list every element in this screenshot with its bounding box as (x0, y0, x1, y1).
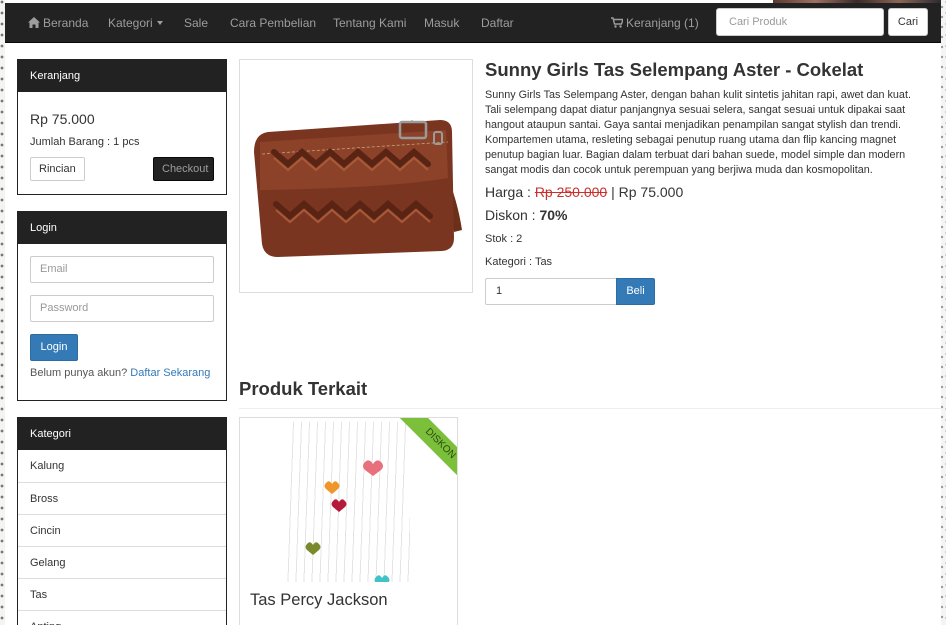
category-panel-title: Kategori (18, 418, 226, 450)
nav-cart-label: Keranjang (1) (626, 16, 699, 30)
shopping-cart-icon (611, 4, 624, 44)
product-discount: Diskon : 70% (485, 207, 568, 223)
nav-home[interactable]: Beranda (28, 3, 88, 43)
nav-sale[interactable]: Sale (184, 3, 208, 43)
chevron-down-icon (156, 21, 163, 25)
product-stock: Stok : 2 (485, 233, 523, 245)
category-item-gelang[interactable]: Gelang (18, 546, 226, 578)
home-icon (28, 4, 40, 44)
nav-kategori-dropdown[interactable]: Kategori (108, 3, 163, 43)
register-prompt-text: Belum punya akun? (30, 367, 128, 379)
product-price: Harga : Rp 250.000 | Rp 75.000 (485, 184, 683, 200)
related-product-title[interactable]: Tas Percy Jackson (250, 591, 388, 610)
buy-button[interactable]: Beli (616, 278, 655, 305)
search-button[interactable]: Cari (888, 8, 928, 36)
handbag-illustration (254, 120, 462, 257)
discount-label: Diskon : (485, 207, 536, 223)
category-item-tas[interactable]: Tas (18, 578, 226, 610)
login-panel: Login Email Password Login Belum punya a… (17, 211, 227, 401)
register-prompt: Belum punya akun? Daftar Sekarang (30, 367, 210, 379)
cart-panel: Keranjang Rp 75.000 Jumlah Barang : 1 pc… (17, 59, 227, 195)
cart-details-button[interactable]: Rincian (30, 157, 85, 181)
product-title: Sunny Girls Tas Selempang Aster - Cokela… (485, 59, 864, 80)
cart-item-count: Jumlah Barang : 1 pcs (30, 136, 140, 148)
password-field[interactable]: Password (30, 295, 214, 322)
product-description: Sunny Girls Tas Selempang Aster, dengan … (485, 89, 911, 176)
related-products-heading: Produk Terkait (239, 378, 368, 399)
nav-cart[interactable]: Keranjang (1) (611, 3, 699, 43)
price-separator: | (611, 184, 615, 200)
nav-cara-pembelian[interactable]: Cara Pembelian (230, 3, 316, 43)
email-field[interactable]: Email (30, 256, 214, 283)
nav-kategori-label: Kategori (108, 16, 153, 30)
category-panel: Kategori Kalung Bross Cincin Gelang Tas … (17, 417, 227, 625)
login-button[interactable]: Login (30, 334, 78, 361)
search-input[interactable]: Cari Produk (716, 8, 884, 36)
register-link[interactable]: Daftar Sekarang (130, 367, 210, 379)
category-item-anting[interactable]: Anting (18, 610, 226, 625)
related-product-image[interactable] (286, 422, 410, 588)
quantity-input[interactable]: 1 (485, 278, 617, 305)
cart-panel-title: Keranjang (18, 60, 226, 92)
nav-home-label: Beranda (43, 16, 89, 30)
product-category: Kategori : Tas (485, 256, 553, 268)
navbar: Beranda Kategori Sale Cara Pembelian Ten… (5, 3, 941, 43)
nav-masuk[interactable]: Masuk (424, 3, 459, 43)
heart-pattern-illustration (305, 460, 390, 588)
discount-value: 70% (539, 207, 568, 223)
product-image[interactable] (239, 59, 473, 293)
divider (239, 408, 941, 409)
price-label: Harga : (485, 184, 531, 200)
category-item-cincin[interactable]: Cincin (18, 514, 226, 546)
login-panel-title: Login (18, 212, 226, 244)
category-item-kalung[interactable]: Kalung (18, 450, 226, 482)
related-product-card[interactable]: DISKON Tas Percy Jackson (239, 417, 458, 625)
original-price: Rp 250.000 (534, 184, 608, 200)
nav-tentang-kami[interactable]: Tentang Kami (333, 3, 406, 43)
category-item-bross[interactable]: Bross (18, 482, 226, 514)
checkout-button[interactable]: Checkout (153, 157, 214, 181)
sale-price: Rp 75.000 (618, 184, 684, 200)
page: Beranda Kategori Sale Cara Pembelian Ten… (5, 0, 941, 625)
cart-total: Rp 75.000 (30, 111, 95, 127)
nav-daftar[interactable]: Daftar (481, 3, 514, 43)
